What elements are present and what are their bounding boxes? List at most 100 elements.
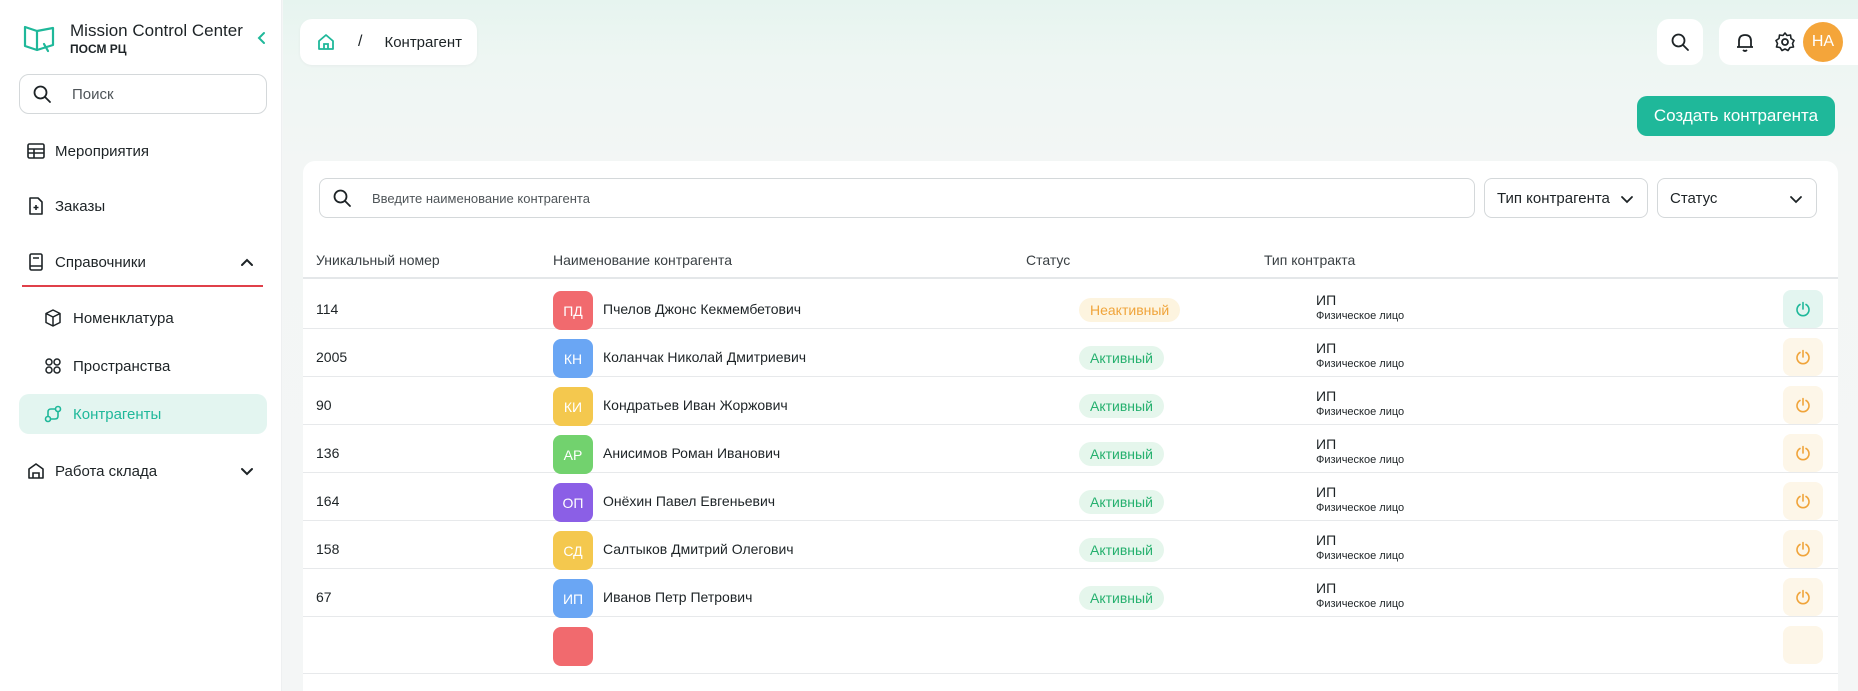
chevron-up-icon bbox=[241, 258, 253, 266]
contract-type: ИП Физическое лицо bbox=[1316, 292, 1404, 323]
counterparty-search[interactable] bbox=[319, 178, 1475, 218]
table-header: Уникальный номер Наименование контрагент… bbox=[303, 243, 1838, 279]
contract-type: ИП Физическое лицо bbox=[1316, 340, 1404, 371]
table-row[interactable]: 114 ПД Пчелов Джонс Кекмембетович Неактивны… bbox=[303, 281, 1838, 330]
sidebar-item-warehouse[interactable]: Работа склада bbox=[19, 451, 267, 491]
sidebar-item-references[interactable]: Справочники bbox=[19, 242, 267, 282]
counterparty-name: Онёхин Павел Евгеньевич bbox=[603, 493, 776, 509]
counterparty-avatar: КИ bbox=[553, 387, 593, 426]
sidebar-item-label: Пространства bbox=[73, 357, 171, 375]
contract-type: ИП Физическое лицо bbox=[1316, 532, 1404, 563]
global-search-button[interactable] bbox=[1657, 19, 1703, 65]
row-id: 136 bbox=[316, 445, 340, 461]
contract-subtype-label: Физическое лицо bbox=[1316, 502, 1405, 514]
status-badge: Активный bbox=[1079, 586, 1164, 610]
contract-type-label: ИП bbox=[1316, 340, 1337, 356]
counterparties-card: Тип контрагента Статус Уникальный номер … bbox=[303, 161, 1838, 691]
flow-icon bbox=[43, 404, 63, 424]
column-header-name[interactable]: Наименование контрагента bbox=[553, 252, 732, 268]
table-row[interactable]: 90 КИ Кондратьев Иван Жоржович Активный ИП Фи… bbox=[303, 377, 1838, 426]
status-badge: Активный bbox=[1079, 346, 1164, 370]
logo-icon bbox=[23, 25, 55, 53]
table-row[interactable]: 67 ИП Иванов Петр Петрович Активный ИП Физиче… bbox=[303, 569, 1838, 618]
toggle-status-button[interactable] bbox=[1783, 290, 1823, 328]
main-content: / Контрагент НА Создать контрагента Тип … bbox=[283, 0, 1858, 691]
book-icon bbox=[26, 252, 46, 272]
sidebar-item-label: Заказы bbox=[55, 197, 106, 215]
power-icon bbox=[1796, 397, 1810, 413]
status-badge: Активный bbox=[1079, 490, 1164, 514]
sidebar-item-label: Работа склада bbox=[55, 462, 158, 480]
add-document-icon bbox=[26, 196, 46, 216]
contract-subtype-label: Физическое лицо bbox=[1316, 358, 1405, 370]
sidebar-item-label: Номенклатура bbox=[73, 309, 174, 327]
search-icon bbox=[33, 85, 51, 103]
search-icon bbox=[333, 189, 351, 207]
status-badge: Активный bbox=[1079, 442, 1164, 466]
table-row[interactable]: 2005 КН Коланчак Николай Дмитриевич Активны… bbox=[303, 329, 1838, 378]
create-counterparty-button[interactable]: Создать контрагента bbox=[1637, 96, 1835, 136]
sidebar-search-input[interactable] bbox=[72, 85, 252, 103]
contract-subtype-label: Физическое лицо bbox=[1316, 598, 1405, 610]
contract-subtype-label: Физическое лицо bbox=[1316, 550, 1405, 562]
box-icon bbox=[43, 308, 63, 328]
toggle-status-button[interactable] bbox=[1783, 530, 1823, 568]
sidebar-item-orders[interactable]: Заказы bbox=[19, 186, 267, 226]
toggle-status-button[interactable] bbox=[1783, 338, 1823, 376]
counterparty-search-input[interactable] bbox=[372, 190, 1472, 206]
table-row[interactable] bbox=[303, 617, 1838, 674]
row-id: 164 bbox=[316, 493, 340, 509]
contract-type-label: ИП bbox=[1316, 532, 1337, 548]
bell-icon[interactable] bbox=[1734, 31, 1756, 53]
counterparty-avatar: СД bbox=[553, 531, 593, 570]
counterparty-name: Иванов Петр Петрович bbox=[603, 589, 753, 605]
power-icon bbox=[1796, 445, 1810, 461]
counterparty-avatar: КН bbox=[553, 339, 593, 378]
row-id: 158 bbox=[316, 541, 340, 557]
counterparty-avatar bbox=[553, 627, 593, 666]
toggle-status-button[interactable] bbox=[1783, 386, 1823, 424]
user-avatar[interactable]: НА bbox=[1803, 22, 1843, 62]
toggle-status-button[interactable] bbox=[1783, 434, 1823, 472]
sidebar-item-events[interactable]: Мероприятия bbox=[19, 131, 267, 171]
brand[interactable]: Mission Control Center ПОСМ РЦ bbox=[22, 20, 243, 60]
table-row[interactable]: 158 СД Салтыков Дмитрий Олегович Активный ИП… bbox=[303, 521, 1838, 570]
counterparty-type-select[interactable]: Тип контрагента bbox=[1484, 178, 1648, 218]
home-icon[interactable] bbox=[316, 32, 336, 52]
counterparty-avatar: АР bbox=[553, 435, 593, 474]
gear-icon[interactable] bbox=[1774, 31, 1796, 53]
column-header-contract-type[interactable]: Тип контракта bbox=[1264, 252, 1355, 268]
table-row[interactable]: 136 АР Анисимов Роман Иванович Активный ИП Фи… bbox=[303, 425, 1838, 474]
sidebar-item-label: Контрагенты bbox=[73, 405, 162, 423]
row-id: 2005 bbox=[316, 349, 348, 365]
power-icon bbox=[1796, 541, 1810, 557]
sidebar-item-counterparties[interactable]: Контрагенты bbox=[19, 394, 267, 434]
toggle-status-button[interactable] bbox=[1783, 578, 1823, 616]
select-label: Тип контрагента bbox=[1497, 189, 1610, 207]
sidebar-item-nomenclature[interactable]: Номенклатура bbox=[19, 298, 267, 338]
toggle-status-button[interactable] bbox=[1783, 482, 1823, 520]
contract-type: ИП Физическое лицо bbox=[1316, 388, 1404, 419]
row-id: 67 bbox=[316, 589, 332, 605]
contract-type: ИП Физическое лицо bbox=[1316, 484, 1404, 515]
collapse-sidebar-button[interactable] bbox=[252, 28, 272, 48]
sidebar-item-spaces[interactable]: Пространства bbox=[19, 346, 267, 386]
sidebar-search[interactable] bbox=[19, 74, 267, 114]
column-header-id[interactable]: Уникальный номер bbox=[316, 252, 440, 268]
contract-subtype-label: Физическое лицо bbox=[1316, 406, 1405, 418]
counterparty-name: Анисимов Роман Иванович bbox=[603, 445, 781, 461]
status-select[interactable]: Статус bbox=[1657, 178, 1817, 218]
contract-type-label: ИП bbox=[1316, 292, 1337, 308]
contract-subtype-label: Физическое лицо bbox=[1316, 310, 1405, 322]
contract-subtype-label: Физическое лицо bbox=[1316, 454, 1405, 466]
status-badge: Неактивный bbox=[1079, 298, 1181, 322]
breadcrumb-separator: / bbox=[358, 33, 363, 50]
search-icon bbox=[1671, 33, 1689, 51]
counterparty-avatar: ОП bbox=[553, 483, 593, 522]
column-header-status[interactable]: Статус bbox=[1026, 252, 1070, 268]
warehouse-icon bbox=[26, 461, 46, 481]
contract-type-label: ИП bbox=[1316, 484, 1337, 500]
power-icon bbox=[1796, 493, 1810, 509]
toggle-status-button[interactable] bbox=[1783, 626, 1823, 664]
table-row[interactable]: 164 ОП Онёхин Павел Евгеньевич Активный ИП Фи… bbox=[303, 473, 1838, 522]
